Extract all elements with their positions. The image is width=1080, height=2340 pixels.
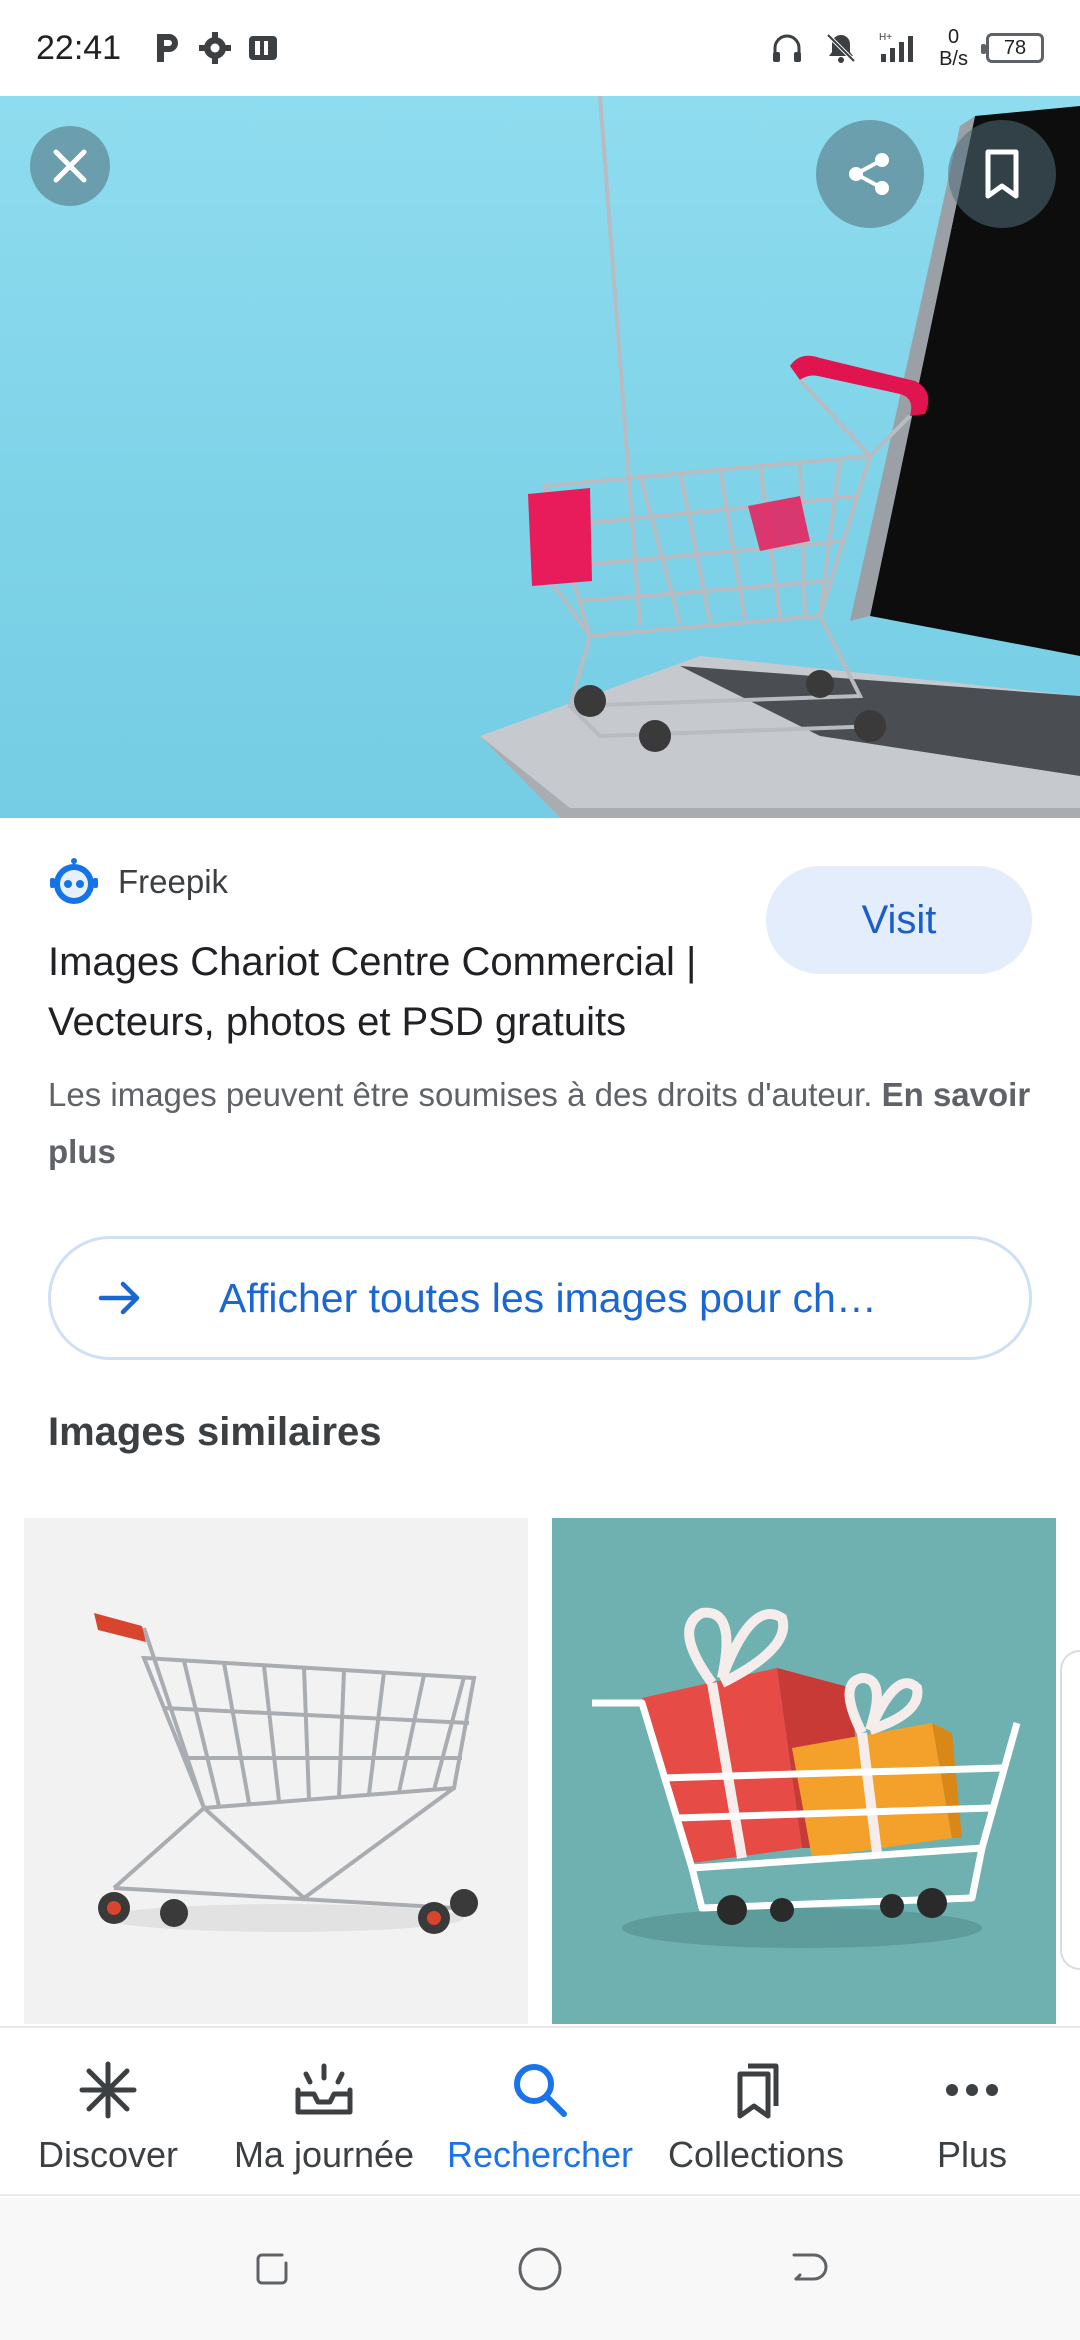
shopping-cart-on-laptop-image <box>480 96 1080 818</box>
app-notification-icon <box>249 36 278 60</box>
recent-apps-icon[interactable] <box>248 2245 296 2293</box>
system-navigation-bar <box>0 2198 1080 2340</box>
copyright-text: Les images peuvent être soumises à des d… <box>48 1076 873 1113</box>
more-icon <box>946 2084 998 2096</box>
parking-icon <box>157 34 179 62</box>
share-icon <box>849 153 889 195</box>
similar-images-grid <box>24 1518 1056 2024</box>
silver-shopping-cart-image <box>94 1613 478 1934</box>
nav-item-ma-journee[interactable]: Ma journée <box>216 2028 432 2194</box>
visit-button[interactable]: Visit <box>766 866 1032 974</box>
image-title[interactable]: Images Chariot Centre Commercial | Vecte… <box>48 932 748 1052</box>
discover-icon <box>79 2061 137 2119</box>
nav-item-discover[interactable]: Discover <box>0 2028 216 2194</box>
status-time: 22:41 <box>36 28 122 67</box>
save-bookmark-button[interactable] <box>948 120 1056 228</box>
inbox-icon <box>295 2063 353 2115</box>
back-icon[interactable] <box>784 2245 832 2293</box>
source-name: Freepik <box>118 863 229 900</box>
nav-item-collections[interactable]: Collections <box>648 2028 864 2194</box>
headphones-icon <box>773 34 802 62</box>
signal-icon: H+ <box>879 32 914 62</box>
copyright-notice: Les images peuvent être soumises à des d… <box>48 1066 1038 1180</box>
gift-cart-image <box>592 1607 1021 1948</box>
similar-image-thumbnail[interactable] <box>24 1518 528 2024</box>
bookmark-icon <box>985 149 1019 199</box>
hero-image[interactable] <box>0 96 1080 818</box>
nav-item-rechercher[interactable]: Rechercher <box>432 2028 648 2194</box>
collections-icon <box>737 2063 779 2119</box>
arrow-right-icon <box>98 1281 140 1315</box>
source-row[interactable]: Freepik <box>48 856 228 908</box>
next-image-peek[interactable] <box>1060 1650 1080 1970</box>
close-button[interactable] <box>30 126 110 206</box>
network-speed: 0 B/s <box>939 26 968 70</box>
bell-muted-icon <box>826 33 856 63</box>
close-icon <box>53 149 87 183</box>
status-bar: 22:41 H+ 0 B/s 78 <box>0 0 1080 96</box>
search-icon <box>514 2064 567 2117</box>
settings-gear-icon <box>199 32 232 64</box>
similar-images-heading: Images similaires <box>48 1410 382 1454</box>
nav-item-plus[interactable]: Plus <box>864 2028 1080 2194</box>
svg-text:H+: H+ <box>879 32 892 43</box>
home-icon[interactable] <box>516 2245 564 2293</box>
bottom-navigation: Discover Ma journée Rechercher Collectio… <box>0 2026 1080 2196</box>
see-all-images-label: Afficher toutes les images pour ch… <box>219 1274 877 1321</box>
share-button[interactable] <box>816 120 924 228</box>
see-all-images-button[interactable]: Afficher toutes les images pour ch… <box>48 1236 1032 1360</box>
battery-indicator: 78 <box>981 33 1044 63</box>
similar-image-thumbnail[interactable] <box>552 1518 1056 2024</box>
freepik-logo-icon <box>50 858 98 904</box>
